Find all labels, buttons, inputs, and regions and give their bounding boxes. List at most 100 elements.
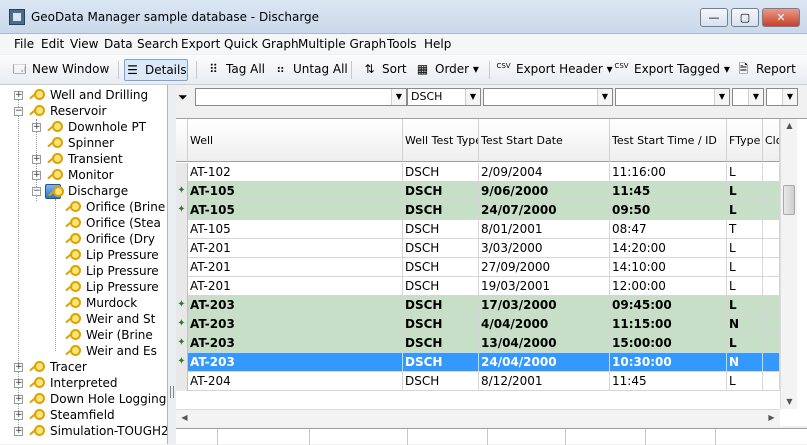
export-tagged-button[interactable]: CSV Export Tagged ▾ (614, 59, 729, 81)
cell-ftype[interactable]: L (727, 258, 763, 277)
expand-icon[interactable]: + (32, 123, 41, 132)
cell-test-type[interactable]: DSCH (403, 220, 479, 239)
collapse-icon[interactable]: − (14, 107, 23, 116)
cell-ftype[interactable]: L (727, 277, 763, 296)
filter-start-date[interactable]: ▼ (483, 88, 613, 106)
cell-start-time[interactable]: 10:30:00 (610, 353, 727, 372)
tag-marker-icon[interactable]: ✦ (176, 201, 188, 220)
table-row[interactable]: AT-201 DSCH 19/03/2001 12:00:00 L (176, 277, 780, 296)
menu-view[interactable]: View (70, 37, 98, 51)
tree-node[interactable]: + Well and Drilling (0, 87, 167, 103)
cell-test-type[interactable]: DSCH (403, 372, 479, 391)
expand-icon[interactable]: + (14, 91, 23, 100)
cell-test-type[interactable]: DSCH (403, 353, 479, 372)
cell-close[interactable] (763, 239, 780, 258)
cell-close[interactable] (763, 334, 780, 353)
cell-well[interactable]: AT-203 (188, 315, 403, 334)
cell-ftype[interactable]: N (727, 353, 763, 372)
tree-node[interactable]: Lip Pressure (0, 279, 167, 295)
table-row[interactable]: AT-105 DSCH 8/01/2001 08:47 T (176, 220, 780, 239)
dropdown-arrow-icon[interactable]: ▼ (465, 89, 480, 105)
expand-icon[interactable]: + (14, 395, 23, 404)
cell-test-type[interactable]: DSCH (403, 334, 479, 353)
tree-node[interactable]: Lip Pressure (0, 247, 167, 263)
menu-file[interactable]: File (14, 37, 34, 51)
cell-start-time[interactable]: 15:00:00 (610, 334, 727, 353)
cell-start-time[interactable]: 14:20:00 (610, 239, 727, 258)
row-indicator[interactable] (176, 220, 188, 239)
dropdown-arrow-icon[interactable]: ▼ (782, 89, 797, 105)
cell-close[interactable] (763, 372, 780, 391)
tree-node[interactable]: Weir (Brine (0, 327, 167, 343)
horizontal-scrollbar[interactable]: ◀ ▶ (176, 409, 780, 426)
menu-quick-graph[interactable]: Quick Graph (224, 37, 299, 51)
cell-well[interactable]: AT-201 (188, 239, 403, 258)
expand-icon[interactable]: + (14, 427, 23, 436)
table-row[interactable]: ✦ AT-203 DSCH 4/04/2000 11:15:00 N (176, 315, 780, 334)
column-header-start-date[interactable]: Test Start Date (479, 119, 610, 162)
cell-test-type[interactable]: DSCH (403, 182, 479, 201)
table-row[interactable]: ✦ AT-105 DSCH 9/06/2000 11:45 L (176, 182, 780, 201)
column-header-start-time[interactable]: Test Start Time / ID (610, 119, 727, 162)
tag-marker-icon[interactable]: ✦ (176, 296, 188, 315)
table-row[interactable]: AT-204 DSCH 8/12/2001 11:45 L (176, 372, 780, 391)
tree-node[interactable]: + Monitor (0, 167, 167, 183)
expand-icon[interactable]: + (32, 171, 41, 180)
cell-ftype[interactable]: L (727, 163, 763, 182)
expand-icon[interactable]: + (14, 379, 23, 388)
row-indicator[interactable] (176, 163, 188, 182)
cell-ftype[interactable]: T (727, 220, 763, 239)
cell-close[interactable] (763, 296, 780, 315)
cell-start-date[interactable]: 24/07/2000 (479, 201, 610, 220)
tag-marker-icon[interactable]: ✦ (176, 315, 188, 334)
new-window-button[interactable]: 🗔 New Window (12, 59, 109, 81)
report-button[interactable]: 🗎 Report (736, 59, 796, 81)
cell-start-date[interactable]: 8/01/2001 (479, 220, 610, 239)
filter-close[interactable]: ▼ (766, 88, 798, 106)
cell-start-date[interactable]: 3/03/2000 (479, 239, 610, 258)
filter-start-time[interactable]: ▼ (615, 88, 730, 106)
cell-start-time[interactable]: 11:16:00 (610, 163, 727, 182)
cell-start-date[interactable]: 27/09/2000 (479, 258, 610, 277)
menu-help[interactable]: Help (424, 37, 451, 51)
table-row[interactable]: AT-201 DSCH 3/03/2000 14:20:00 L (176, 239, 780, 258)
cell-test-type[interactable]: DSCH (403, 296, 479, 315)
details-button[interactable]: ☰ Details (124, 59, 188, 81)
table-row[interactable]: AT-102 DSCH 2/09/2004 11:16:00 L (176, 163, 780, 182)
cell-ftype[interactable]: L (727, 296, 763, 315)
cell-close[interactable] (763, 220, 780, 239)
tree-node[interactable]: + Down Hole Logging (0, 391, 167, 407)
cell-start-time[interactable]: 09:50 (610, 201, 727, 220)
cell-well[interactable]: AT-203 (188, 353, 403, 372)
filter-test-type[interactable]: DSCH ▼ (407, 88, 481, 106)
menu-export[interactable]: Export (181, 37, 220, 51)
cell-test-type[interactable]: DSCH (403, 258, 479, 277)
menu-data[interactable]: Data (104, 37, 133, 51)
scroll-up-icon[interactable]: ▲ (781, 121, 798, 130)
tag-marker-icon[interactable]: ✦ (176, 353, 188, 372)
sort-button[interactable]: ⇅ Sort (362, 59, 406, 81)
cell-test-type[interactable]: DSCH (403, 201, 479, 220)
tree-node[interactable]: + Interpreted (0, 375, 167, 391)
cell-ftype[interactable]: L (727, 372, 763, 391)
cell-start-time[interactable]: 12:00:00 (610, 277, 727, 296)
cell-start-time[interactable]: 08:47 (610, 220, 727, 239)
tree-node[interactable]: + Tracer (0, 359, 167, 375)
tree-node[interactable]: + Simulation-TOUGH2 (0, 423, 167, 439)
cell-start-date[interactable]: 24/04/2000 (479, 353, 610, 372)
tree-node[interactable]: + Steamfield (0, 407, 167, 423)
maximize-button[interactable]: ▢ (731, 8, 759, 27)
cell-close[interactable] (763, 258, 780, 277)
cell-well[interactable]: AT-201 (188, 258, 403, 277)
table-row[interactable]: ✦ AT-203 DSCH 24/04/2000 10:30:00 N (176, 353, 780, 372)
cell-test-type[interactable]: DSCH (403, 239, 479, 258)
cell-start-time[interactable]: 14:10:00 (610, 258, 727, 277)
expand-icon[interactable]: + (14, 411, 23, 420)
cell-well[interactable]: AT-105 (188, 182, 403, 201)
menu-multiple-graph[interactable]: Multiple Graph (298, 37, 386, 51)
cell-close[interactable] (763, 353, 780, 372)
order-button[interactable]: ▦ Order ▾ (415, 59, 479, 81)
cell-close[interactable] (763, 315, 780, 334)
cell-start-date[interactable]: 13/04/2000 (479, 334, 610, 353)
tag-all-button[interactable]: ⠿ Tag All (206, 59, 265, 81)
